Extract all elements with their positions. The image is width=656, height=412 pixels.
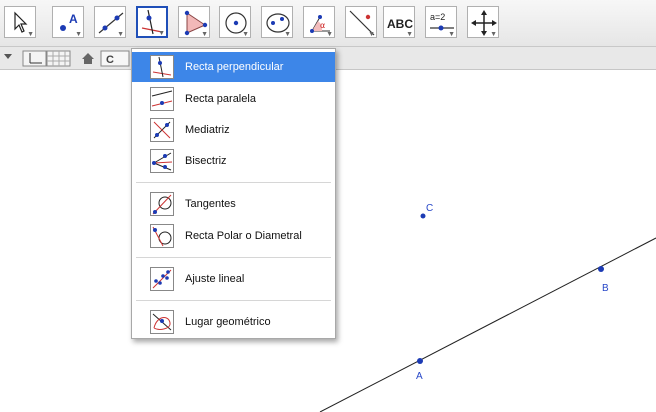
menu-separator bbox=[136, 182, 331, 183]
polar-line-icon bbox=[150, 224, 174, 248]
conic-tool-button[interactable]: ▼ bbox=[261, 6, 293, 38]
line-tool-button[interactable]: ▼ bbox=[94, 6, 126, 38]
perpendicular-bisector-icon bbox=[150, 118, 174, 142]
menu-item-parallel-line[interactable]: Recta paralela bbox=[132, 84, 335, 114]
menu-item-label: Tangentes bbox=[185, 198, 236, 210]
move-view-tool-button[interactable]: ▼ bbox=[467, 6, 499, 38]
point-tool-button[interactable]: A ▼ bbox=[52, 6, 84, 38]
menu-item-best-fit-line[interactable]: Ajuste lineal bbox=[132, 264, 335, 294]
slider-tool-label: a=2 bbox=[430, 12, 445, 22]
toolbar: ▼ A ▼ ▼ ▼ ▼ ▼ ▼ α ▼ ▼ ABC ▼ a=2 ▼ ▼ bbox=[0, 0, 656, 47]
tangent-icon bbox=[150, 192, 174, 216]
point-a-label: A bbox=[416, 371, 423, 382]
reflect-tool-button[interactable]: ▼ bbox=[345, 6, 377, 38]
point-b-label: B bbox=[602, 283, 609, 294]
menu-item-label: Recta perpendicular bbox=[185, 61, 284, 73]
menu-item-perpendicular-bisector[interactable]: Mediatriz bbox=[132, 115, 335, 145]
point-tool-label: A bbox=[69, 12, 78, 26]
circle-tool-button[interactable]: ▼ bbox=[219, 6, 251, 38]
grid-toggle-icon[interactable] bbox=[46, 50, 71, 67]
perpendicular-tools-menu: Recta perpendicular Recta paralela Media… bbox=[131, 48, 336, 339]
menu-item-locus[interactable]: Lugar geométrico bbox=[132, 307, 335, 337]
menu-item-label: Bisectriz bbox=[185, 155, 227, 167]
point-c-label: C bbox=[426, 203, 433, 214]
text-tool-label: ABC bbox=[387, 17, 413, 31]
menu-item-polar-line[interactable]: Recta Polar o Diametral bbox=[132, 221, 335, 251]
menu-item-label: Ajuste lineal bbox=[185, 273, 245, 285]
menu-item-label: Recta paralela bbox=[185, 93, 256, 105]
parallel-icon bbox=[150, 87, 174, 111]
perpendicular-icon bbox=[150, 55, 174, 79]
menu-item-label: Mediatriz bbox=[185, 124, 230, 136]
point-capture-label: C bbox=[106, 54, 114, 66]
menu-item-label: Lugar geométrico bbox=[185, 316, 271, 328]
axes-toggle-icon[interactable] bbox=[22, 50, 47, 67]
angle-bisector-icon bbox=[150, 149, 174, 173]
home-icon[interactable] bbox=[82, 53, 94, 64]
collapse-triangle-icon[interactable] bbox=[4, 54, 12, 59]
menu-separator bbox=[136, 300, 331, 301]
menu-item-angle-bisector[interactable]: Bisectriz bbox=[132, 146, 335, 176]
polygon-tool-button[interactable]: ▼ bbox=[178, 6, 210, 38]
menu-item-perpendicular-line[interactable]: Recta perpendicular bbox=[132, 52, 335, 82]
angle-tool-button[interactable]: α ▼ bbox=[303, 6, 335, 38]
slider-tool-button[interactable]: a=2 ▼ bbox=[425, 6, 457, 38]
angle-tool-label: α bbox=[320, 21, 325, 30]
line-ab[interactable] bbox=[319, 237, 656, 412]
point-b[interactable] bbox=[598, 266, 604, 272]
locus-icon bbox=[150, 310, 174, 334]
menu-separator bbox=[136, 257, 331, 258]
move-tool-button[interactable]: ▼ bbox=[4, 6, 36, 38]
point-c[interactable] bbox=[420, 213, 426, 219]
point-a[interactable] bbox=[417, 358, 423, 364]
menu-item-tangents[interactable]: Tangentes bbox=[132, 189, 335, 219]
perpendicular-line-tool-button[interactable]: ▼ bbox=[136, 6, 168, 38]
style-bar-icons: C bbox=[4, 50, 130, 67]
best-fit-line-icon bbox=[150, 267, 174, 291]
menu-item-label: Recta Polar o Diametral bbox=[185, 230, 302, 242]
text-tool-button[interactable]: ABC ▼ bbox=[383, 6, 415, 38]
